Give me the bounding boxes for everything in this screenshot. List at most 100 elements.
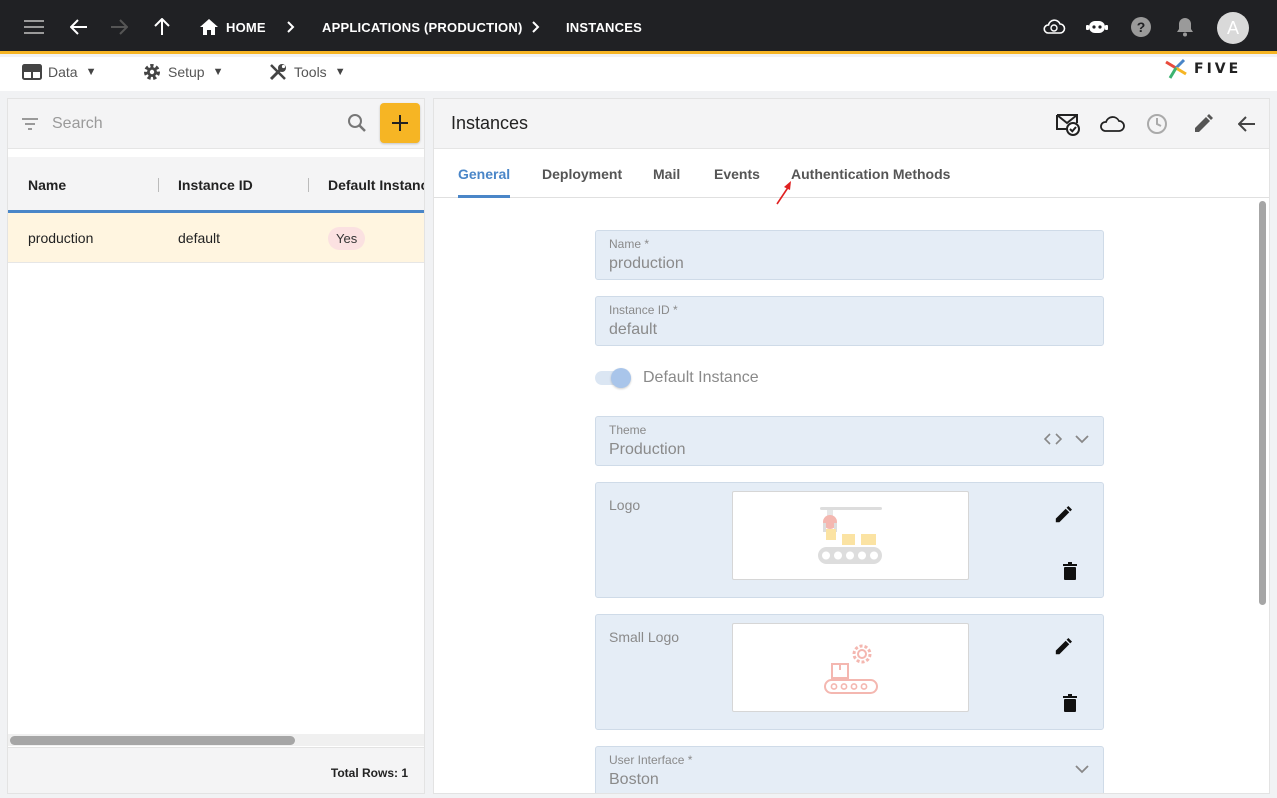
plus-icon bbox=[392, 115, 408, 131]
horizontal-scrollbar[interactable] bbox=[8, 734, 424, 746]
default-instance-label: Default Instance bbox=[643, 369, 759, 386]
table-row[interactable]: production default Yes bbox=[8, 213, 424, 263]
general-form: Name * production Instance ID * default … bbox=[434, 199, 1269, 793]
small-logo-label: Small Logo bbox=[609, 629, 680, 645]
table-icon bbox=[22, 64, 42, 80]
name-field[interactable]: Name * production bbox=[595, 230, 1104, 280]
breadcrumb-label: HOME bbox=[226, 19, 266, 35]
factory-robot-icon bbox=[817, 506, 882, 564]
trash-icon[interactable] bbox=[1058, 559, 1082, 583]
cell-default-instance: Yes bbox=[328, 213, 366, 262]
email-check-icon[interactable] bbox=[1053, 109, 1083, 139]
avatar[interactable]: A bbox=[1217, 12, 1249, 44]
chevron-down-icon[interactable] bbox=[1075, 762, 1089, 781]
user-interface-value: Boston bbox=[609, 771, 659, 788]
user-interface-field[interactable]: User Interface * Boston bbox=[595, 746, 1104, 793]
menu-setup[interactable]: Setup ▼ bbox=[142, 57, 223, 87]
breadcrumb-label: APPLICATIONS (PRODUCTION) bbox=[322, 19, 523, 35]
annotation-arrow-icon bbox=[776, 180, 794, 211]
svg-text:?: ? bbox=[1137, 19, 1146, 35]
edit-pencil-icon[interactable] bbox=[1188, 109, 1218, 139]
menu-data[interactable]: Data ▼ bbox=[22, 57, 96, 87]
total-rows: Total Rows: 1 bbox=[330, 766, 408, 780]
chatbot-icon[interactable] bbox=[1079, 0, 1115, 54]
tab-general[interactable]: General bbox=[458, 149, 511, 198]
history-clock-icon[interactable] bbox=[1142, 109, 1172, 139]
back-arrow-icon[interactable] bbox=[61, 0, 97, 54]
search-bar bbox=[8, 99, 424, 149]
breadcrumb-applications[interactable]: APPLICATIONS (PRODUCTION) bbox=[322, 0, 522, 54]
cell-name: production bbox=[28, 230, 94, 246]
theme-value: Production bbox=[609, 441, 686, 458]
detail-tabs: General Deployment Mail Events Authentic… bbox=[434, 149, 1269, 198]
theme-label: Theme bbox=[609, 423, 647, 437]
cloud-icon[interactable] bbox=[1097, 109, 1127, 139]
filter-icon[interactable] bbox=[20, 113, 40, 138]
back-arrow-icon[interactable] bbox=[1232, 109, 1262, 139]
detail-header: Instances bbox=[434, 99, 1269, 149]
cell-instance-id: default bbox=[178, 230, 221, 246]
vertical-scrollbar[interactable] bbox=[1256, 199, 1268, 793]
five-logo: FIVE bbox=[1164, 58, 1241, 80]
instances-list-panel: Name Instance ID Default Instanc product… bbox=[7, 98, 425, 794]
column-divider[interactable] bbox=[308, 178, 309, 192]
instance-detail-panel: Instances General Deployment Mail Events… bbox=[433, 98, 1270, 794]
horizontal-scrollbar-thumb[interactable] bbox=[10, 736, 295, 745]
table-footer: Total Rows: 1 bbox=[8, 747, 424, 793]
app-window: HOME APPLICATIONS (PRODUCTION) INSTANCES… bbox=[0, 0, 1277, 798]
name-value: production bbox=[609, 255, 684, 272]
logo-field: Logo bbox=[595, 482, 1104, 598]
cloud-sync-icon[interactable] bbox=[1036, 0, 1072, 54]
breadcrumb-instances[interactable]: INSTANCES bbox=[566, 0, 642, 54]
bell-icon[interactable] bbox=[1167, 0, 1203, 54]
caret-down-icon: ▼ bbox=[334, 66, 346, 78]
instance-id-label: Instance ID * bbox=[609, 303, 678, 317]
default-instance-toggle[interactable]: Default Instance bbox=[595, 368, 759, 388]
tab-events[interactable]: Events bbox=[714, 149, 760, 198]
gear-conveyor-icon bbox=[823, 644, 878, 694]
page-title: Instances bbox=[451, 113, 529, 133]
code-icon[interactable] bbox=[1043, 432, 1063, 451]
menu-setup-label: Setup bbox=[168, 64, 205, 80]
instance-id-value: default bbox=[609, 321, 658, 338]
trash-icon[interactable] bbox=[1058, 691, 1082, 715]
chevron-right-icon bbox=[287, 0, 295, 54]
hamburger-menu-icon[interactable] bbox=[16, 0, 52, 54]
menu-tools[interactable]: Tools ▼ bbox=[268, 57, 346, 87]
up-arrow-icon[interactable] bbox=[144, 0, 180, 54]
table-header: Name Instance ID Default Instanc bbox=[8, 157, 424, 213]
instance-id-field[interactable]: Instance ID * default bbox=[595, 296, 1104, 346]
vertical-scrollbar-thumb[interactable] bbox=[1259, 201, 1266, 605]
menu-bar: Data ▼ Setup ▼ Tools ▼ FIVE bbox=[0, 57, 1277, 91]
column-header-default-instance[interactable]: Default Instanc bbox=[328, 157, 424, 210]
forward-arrow-icon[interactable] bbox=[101, 0, 137, 54]
search-input[interactable] bbox=[52, 111, 342, 137]
help-icon[interactable]: ? bbox=[1123, 0, 1159, 54]
tab-deployment[interactable]: Deployment bbox=[542, 149, 622, 198]
caret-down-icon: ▼ bbox=[85, 66, 97, 78]
menu-data-label: Data bbox=[48, 64, 78, 80]
column-divider[interactable] bbox=[158, 178, 159, 192]
gear-icon bbox=[142, 62, 162, 82]
chevron-right-icon bbox=[532, 0, 540, 54]
menu-tools-label: Tools bbox=[294, 64, 327, 80]
name-label: Name * bbox=[609, 237, 650, 251]
toggle-knob bbox=[611, 368, 631, 388]
chevron-down-icon[interactable] bbox=[1075, 432, 1089, 451]
breadcrumb-home[interactable]: HOME bbox=[200, 0, 266, 54]
caret-down-icon: ▼ bbox=[212, 66, 224, 78]
logo-image bbox=[732, 491, 969, 580]
column-header-instance-id[interactable]: Instance ID bbox=[178, 157, 253, 210]
search-icon[interactable] bbox=[347, 113, 367, 138]
edit-pencil-icon[interactable] bbox=[1051, 635, 1075, 659]
add-button[interactable] bbox=[380, 103, 420, 143]
user-interface-label: User Interface * bbox=[609, 753, 693, 767]
tab-mail[interactable]: Mail bbox=[653, 149, 680, 198]
wrench-icon bbox=[268, 62, 288, 82]
small-logo-image bbox=[732, 623, 969, 712]
edit-pencil-icon[interactable] bbox=[1051, 503, 1075, 527]
top-navigation-bar: HOME APPLICATIONS (PRODUCTION) INSTANCES… bbox=[0, 0, 1277, 54]
tab-authentication-methods[interactable]: Authentication Methods bbox=[791, 149, 950, 198]
theme-field[interactable]: Theme Production bbox=[595, 416, 1104, 466]
column-header-name[interactable]: Name bbox=[28, 157, 66, 210]
